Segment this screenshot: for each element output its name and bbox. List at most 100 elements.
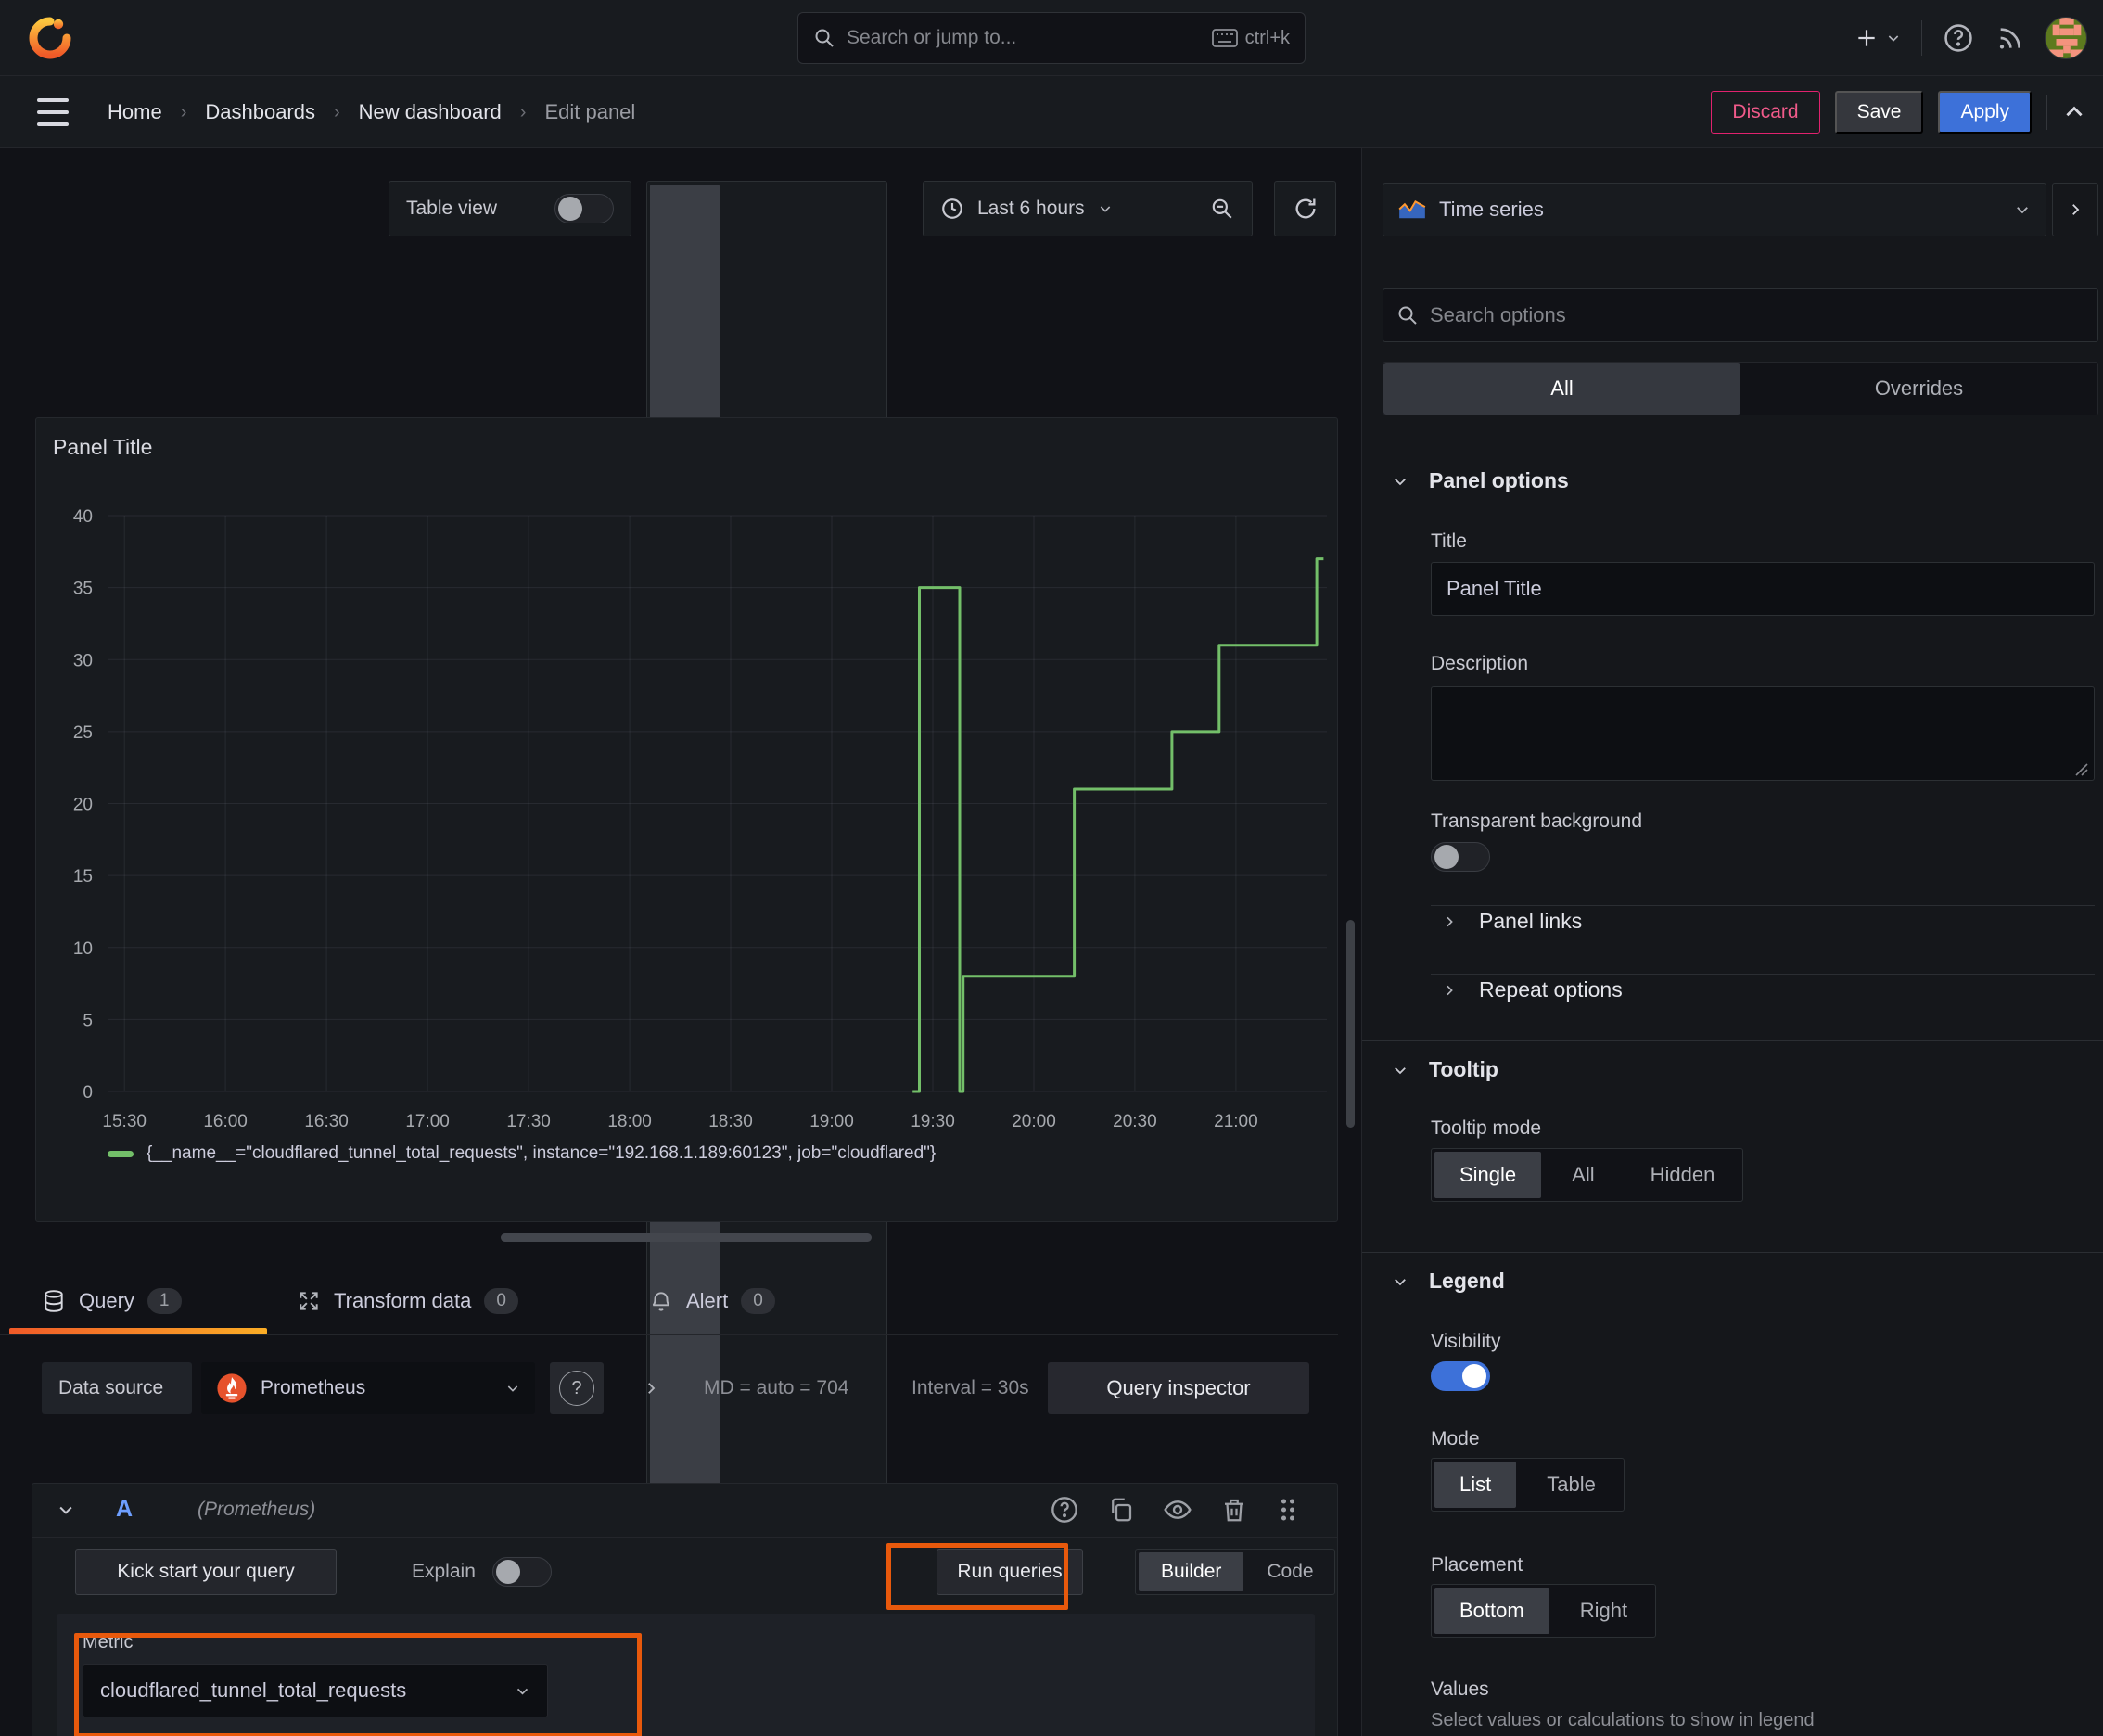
- chevron-down-icon: [1395, 1066, 1406, 1074]
- user-avatar[interactable]: [2045, 17, 2087, 59]
- query-inspector-button[interactable]: Query inspector: [1048, 1362, 1309, 1414]
- section-tooltip[interactable]: Tooltip: [1392, 1057, 1498, 1082]
- section-legend[interactable]: Legend: [1392, 1269, 1505, 1294]
- run-queries-button[interactable]: Run queries: [937, 1549, 1083, 1595]
- breadcrumb-separator: ›: [180, 101, 187, 122]
- drag-handle[interactable]: [1276, 1495, 1300, 1525]
- tooltip-hidden-option[interactable]: Hidden: [1623, 1149, 1743, 1201]
- datasource-picker[interactable]: Prometheus: [201, 1362, 535, 1414]
- tab-transform-data[interactable]: Transform data 0: [297, 1267, 518, 1335]
- panel-options-pane: Time series All Overrides Panel options …: [1361, 148, 2103, 1736]
- news-rss-button[interactable]: [1995, 23, 2024, 53]
- query-row-actions: [1050, 1495, 1300, 1525]
- placement-bottom-option[interactable]: Bottom: [1434, 1588, 1549, 1634]
- panel-actions: Discard Save Apply: [1711, 91, 2086, 134]
- vertical-scrollbar[interactable]: [1346, 920, 1355, 1128]
- query-count-badge: 1: [147, 1288, 182, 1314]
- discard-button[interactable]: Discard: [1711, 91, 1820, 134]
- tooltip-mode-segment: Single All Hidden: [1431, 1148, 1744, 1202]
- max-data-points-stat: MD = auto = 704: [704, 1377, 849, 1398]
- query-help-button[interactable]: [1050, 1495, 1079, 1525]
- zoom-out-button[interactable]: [1192, 197, 1252, 221]
- chevron-right-icon: [1447, 916, 1453, 926]
- global-search[interactable]: ctrl+k: [797, 12, 1306, 64]
- explain-toggle[interactable]: [491, 1557, 552, 1587]
- delete-query-button[interactable]: [1220, 1495, 1248, 1525]
- legend-table-option[interactable]: Table: [1519, 1459, 1624, 1511]
- search-input[interactable]: [847, 27, 1201, 49]
- time-series-panel[interactable]: Panel Title 15:30 16:00 16:30 17:00 17:30 18:…: [35, 417, 1338, 1222]
- time-range-button[interactable]: Last 6 hours: [924, 197, 1192, 221]
- table-view-toggle[interactable]: [554, 194, 614, 223]
- query-toolbar: Kick start your query Explain Run querie…: [75, 1549, 1335, 1597]
- apply-button[interactable]: Apply: [1938, 91, 2032, 134]
- pane-resize-handle[interactable]: [501, 1233, 872, 1242]
- tooltip-single-option[interactable]: Single: [1434, 1152, 1542, 1198]
- datasource-label: Data source: [42, 1362, 192, 1414]
- breadcrumb-edit-panel: Edit panel: [544, 100, 636, 123]
- repeat-options-section[interactable]: Repeat options: [1442, 977, 1623, 1002]
- open-visualization-list-button[interactable]: [2052, 183, 2098, 236]
- tab-overrides[interactable]: Overrides: [1740, 363, 2097, 415]
- placement-right-option[interactable]: Right: [1552, 1585, 1655, 1637]
- section-panel-options[interactable]: Panel options: [1392, 468, 1569, 493]
- chevron-down-icon: [1888, 35, 1899, 42]
- panel-title-input[interactable]: [1431, 562, 2095, 616]
- eye-icon: [1164, 1500, 1192, 1519]
- legend-visibility-toggle[interactable]: [1431, 1361, 1490, 1391]
- tooltip-mode-label: Tooltip mode: [1431, 1117, 1542, 1139]
- query-ref-id[interactable]: A: [116, 1496, 133, 1523]
- expand-options-button[interactable]: [632, 1362, 669, 1414]
- panel-links-section[interactable]: Panel links: [1442, 909, 1582, 934]
- legend-mode-segment: List Table: [1431, 1458, 1625, 1512]
- help-circle-icon: [1944, 24, 1972, 52]
- builder-option[interactable]: Builder: [1139, 1552, 1244, 1591]
- breadcrumb-home[interactable]: Home: [108, 100, 162, 124]
- divider: [2046, 95, 2047, 130]
- save-button[interactable]: Save: [1834, 91, 1924, 134]
- legend-values-hint: Select values or calculations to show in…: [1431, 1710, 1815, 1730]
- legend-list-option[interactable]: List: [1434, 1462, 1517, 1508]
- chart-legend[interactable]: {__name__="cloudflared_tunnel_total_requ…: [108, 1143, 936, 1164]
- explain-label: Explain: [412, 1561, 476, 1582]
- help-button[interactable]: [1943, 22, 1974, 54]
- copy-icon: [1112, 1498, 1132, 1522]
- collapse-query-chevron[interactable]: [57, 1500, 75, 1524]
- hide-query-button[interactable]: [1163, 1495, 1192, 1525]
- svg-text:16:30: 16:30: [304, 1112, 349, 1131]
- code-option[interactable]: Code: [1246, 1550, 1333, 1594]
- kick-start-button[interactable]: Kick start your query: [75, 1549, 337, 1595]
- legend-series-marker: [108, 1150, 134, 1157]
- tooltip-all-option[interactable]: All: [1544, 1149, 1622, 1201]
- table-view-label: Table view: [406, 198, 498, 219]
- tab-query[interactable]: Query 1: [42, 1267, 182, 1335]
- metric-select[interactable]: cloudflared_tunnel_total_requests: [83, 1664, 548, 1717]
- svg-text:16:00: 16:00: [203, 1112, 248, 1131]
- chevron-down-icon: [59, 1506, 72, 1514]
- tab-alert[interactable]: Alert 0: [649, 1267, 775, 1335]
- refresh-button[interactable]: [1274, 181, 1336, 236]
- breadcrumb-new-dashboard[interactable]: New dashboard: [359, 100, 502, 124]
- panel-description-textarea[interactable]: [1431, 686, 2095, 781]
- duplicate-query-button[interactable]: [1107, 1495, 1135, 1525]
- options-search-input[interactable]: [1430, 303, 2084, 327]
- plus-icon: [1858, 30, 1875, 46]
- collapse-options-button[interactable]: [2062, 100, 2086, 124]
- query-row-header[interactable]: A (Prometheus): [32, 1484, 1337, 1538]
- add-new-button[interactable]: [1854, 26, 1901, 50]
- legend-placement-segment: Bottom Right: [1431, 1584, 1657, 1638]
- visualization-picker[interactable]: Time series: [1383, 183, 2046, 236]
- options-search[interactable]: [1383, 288, 2098, 342]
- transform-icon: [300, 1292, 318, 1310]
- query-editor-card: A (Prometheus) Kick start your query Exp…: [32, 1483, 1338, 1736]
- chevron-down-icon: [507, 1385, 518, 1392]
- transparent-bg-toggle[interactable]: [1431, 842, 1490, 872]
- datasource-help-button[interactable]: ?: [550, 1362, 604, 1414]
- breadcrumb-dashboards[interactable]: Dashboards: [205, 100, 315, 124]
- legend-series-label[interactable]: {__name__="cloudflared_tunnel_total_requ…: [147, 1143, 936, 1164]
- grafana-logo-icon[interactable]: [28, 16, 72, 60]
- section-divider: [1362, 1040, 2103, 1041]
- tab-all-options[interactable]: All: [1383, 363, 1740, 415]
- menu-toggle-button[interactable]: [37, 98, 69, 126]
- svg-text:5: 5: [83, 1011, 93, 1030]
